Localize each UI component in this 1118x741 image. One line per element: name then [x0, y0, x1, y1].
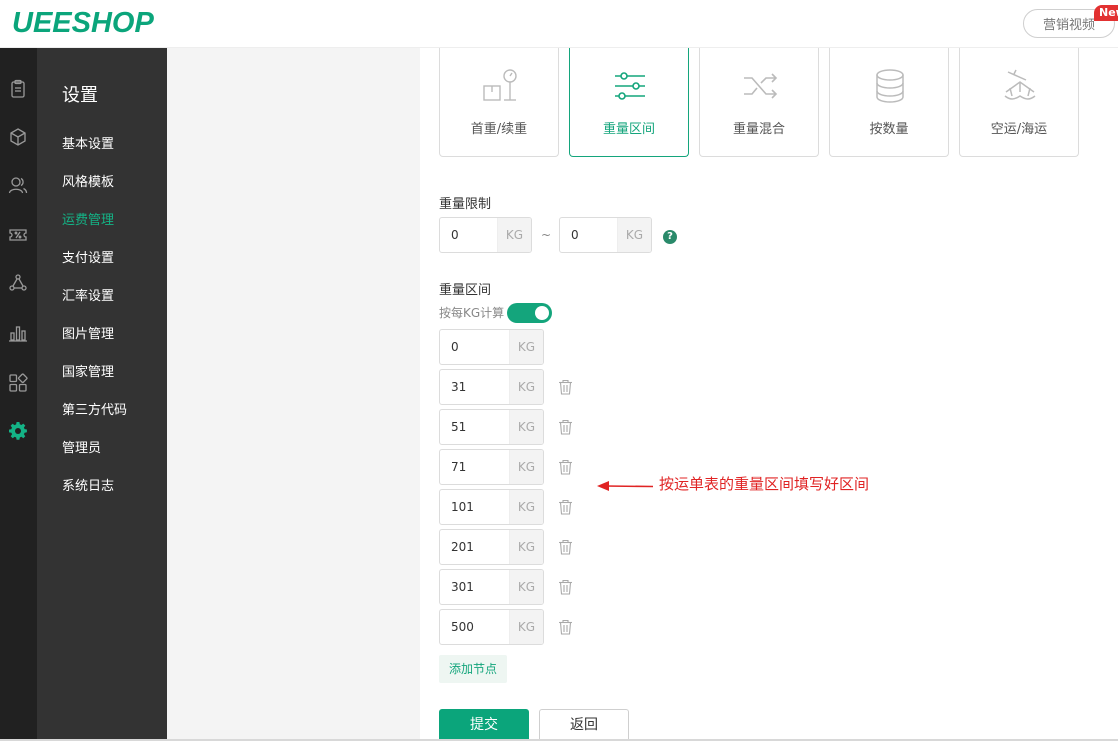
kg-unit: KG — [509, 330, 543, 364]
sliders-icon — [615, 72, 645, 100]
toggle-knob — [535, 306, 549, 320]
shipping-type-label: 空运/海运 — [990, 122, 1048, 137]
shipping-type-label: 重量区间 — [602, 122, 655, 137]
weight-node-field[interactable]: 71 KG — [439, 449, 544, 485]
cube-icon[interactable] — [7, 126, 29, 148]
kg-unit: KG — [509, 530, 543, 564]
kg-unit: KG — [509, 410, 543, 444]
annotation-text: 按运单表的重量区间填写好区间 — [659, 475, 870, 493]
weight-node-field[interactable]: 500 KG — [439, 609, 544, 645]
settings-menu: 设置 基本设置 风格模板 运费管理 支付设置 汇率设置 图片管理 国家管理 第三… — [37, 48, 167, 741]
top-header: UEESHOP 营销视频 New — [0, 0, 1118, 48]
weight-node-field[interactable]: 301 KG — [439, 569, 544, 605]
weight-node-field[interactable]: 201 KG — [439, 529, 544, 565]
kg-unit: KG — [509, 570, 543, 604]
trash-icon[interactable] — [558, 619, 573, 635]
trash-icon[interactable] — [558, 419, 573, 435]
help-icon[interactable]: ? — [663, 230, 677, 244]
range-separator: ~ — [541, 228, 552, 242]
menu-item-theme[interactable]: 风格模板 — [62, 171, 114, 190]
nodes-icon[interactable] — [7, 272, 29, 294]
menu-item-basic[interactable]: 基本设置 — [62, 133, 114, 152]
shipping-type-label: 首重/续重 — [470, 122, 528, 137]
back-button[interactable]: 返回 — [539, 709, 629, 741]
trash-icon[interactable] — [558, 579, 573, 595]
weight-node-field[interactable]: 101 KG — [439, 489, 544, 525]
weight-node-value[interactable]: 201 — [440, 530, 509, 564]
shipping-type-label: 重量混合 — [732, 122, 785, 137]
per-kg-toggle[interactable] — [507, 303, 552, 323]
weight-limit-max-field[interactable]: 0 KG — [559, 217, 652, 253]
new-badge: New — [1094, 5, 1118, 21]
ueeshop-logo[interactable]: UEESHOP — [12, 7, 154, 40]
shipping-type-by-quantity[interactable]: 按数量 — [829, 48, 949, 157]
weight-limit-label: 重量限制 — [439, 197, 492, 212]
weight-node-value[interactable]: 301 — [440, 570, 509, 604]
weight-node-value[interactable]: 500 — [440, 610, 509, 644]
trash-icon[interactable] — [558, 379, 573, 395]
menu-item-countries[interactable]: 国家管理 — [62, 361, 114, 380]
weight-node-value[interactable]: 71 — [440, 450, 509, 484]
kg-unit: KG — [509, 610, 543, 644]
kg-unit: KG — [509, 370, 543, 404]
shipping-type-first-weight[interactable]: 首重/续重 — [439, 48, 559, 157]
content-gutter — [167, 48, 420, 741]
ship-icon — [1004, 69, 1036, 100]
add-node-button[interactable]: 添加节点 — [439, 655, 507, 683]
kg-unit: KG — [497, 218, 531, 252]
apps-icon[interactable] — [7, 372, 29, 394]
weight-range-label: 重量区间 — [439, 283, 492, 298]
trash-icon[interactable] — [558, 499, 573, 515]
bar-chart-icon[interactable] — [7, 322, 29, 344]
menu-item-exchange-rate[interactable]: 汇率设置 — [62, 285, 114, 304]
trash-icon[interactable] — [558, 459, 573, 475]
weight-limit-max-value[interactable]: 0 — [560, 218, 617, 252]
box-scale-icon — [483, 69, 517, 101]
shipping-type-air-sea[interactable]: 空运/海运 — [959, 48, 1079, 157]
weight-node-field[interactable]: 0 KG — [439, 329, 544, 365]
kg-unit: KG — [509, 450, 543, 484]
menu-item-images[interactable]: 图片管理 — [62, 323, 114, 342]
weight-node-value[interactable]: 31 — [440, 370, 509, 404]
clipboard-icon[interactable] — [7, 78, 29, 100]
weight-node-field[interactable]: 51 KG — [439, 409, 544, 445]
menu-item-shipping[interactable]: 运费管理 — [62, 209, 114, 228]
shipping-type-weight-range[interactable]: 重量区间 — [569, 48, 689, 157]
icon-rail — [0, 48, 37, 741]
shipping-type-weight-mixed[interactable]: 重量混合 — [699, 48, 819, 157]
weight-node-value[interactable]: 51 — [440, 410, 509, 444]
menu-item-third-party-code[interactable]: 第三方代码 — [62, 399, 127, 418]
menu-item-payment[interactable]: 支付设置 — [62, 247, 114, 266]
percent-ticket-icon[interactable] — [7, 224, 29, 246]
kg-unit: KG — [617, 218, 651, 252]
weight-node-value[interactable]: 0 — [440, 330, 509, 364]
weight-limit-min-field[interactable]: 0 KG — [439, 217, 532, 253]
menu-item-admins[interactable]: 管理员 — [62, 437, 101, 456]
weight-node-value[interactable]: 101 — [440, 490, 509, 524]
menu-item-system-log[interactable]: 系统日志 — [62, 475, 114, 494]
per-kg-toggle-label: 按每KG计算 — [439, 306, 505, 320]
users-icon[interactable] — [7, 174, 29, 196]
weight-node-field[interactable]: 31 KG — [439, 369, 544, 405]
submit-button[interactable]: 提交 — [439, 709, 529, 741]
trash-icon[interactable] — [558, 539, 573, 555]
kg-unit: KG — [509, 490, 543, 524]
weight-limit-min-value[interactable]: 0 — [440, 218, 497, 252]
annotation-arrow-icon — [597, 481, 654, 491]
shuffle-icon — [744, 73, 778, 99]
gear-icon[interactable] — [7, 420, 29, 442]
menu-title: 设置 — [62, 85, 98, 106]
stack-icon — [876, 69, 904, 103]
shipping-type-label: 按数量 — [869, 122, 909, 137]
